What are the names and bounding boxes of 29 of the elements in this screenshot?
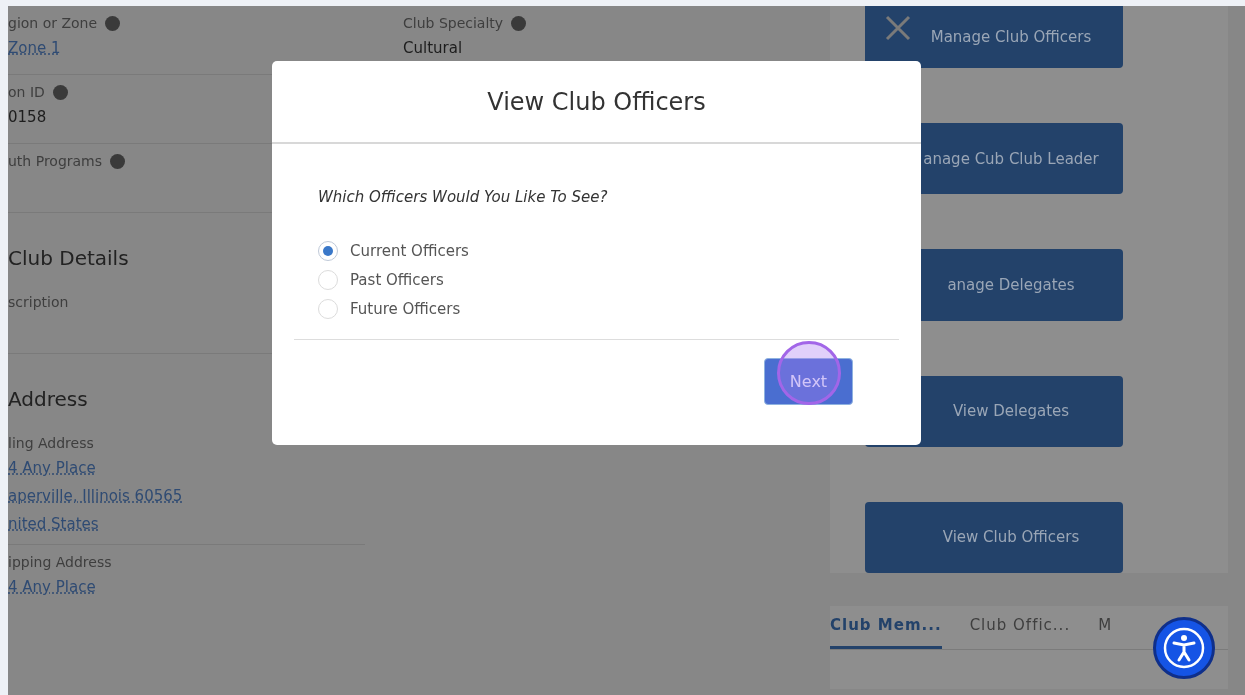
field-link[interactable]: 4 Any Place (8, 454, 365, 482)
action-button[interactable]: Manage Club Officers (865, 6, 1123, 69)
section-title: Club Details (8, 245, 129, 272)
field-value: 0158 (8, 107, 48, 128)
field-link[interactable]: aperville, Illinois 60565 (8, 482, 365, 510)
action-button[interactable]: View Club Officers (865, 501, 1123, 573)
field-label: scription (8, 293, 69, 312)
field-link[interactable]: Zone 1 (8, 34, 365, 62)
field-label: gion or Zone (8, 14, 98, 33)
modal-title: View Club Officers (487, 87, 706, 116)
next-button[interactable]: Next (764, 358, 853, 405)
info-icon[interactable] (511, 15, 527, 31)
section-title: Address (8, 386, 88, 413)
info-icon[interactable] (105, 15, 121, 31)
field-label: Club Specialty (403, 14, 504, 33)
question-text: Which Officers Would You Like To See? (318, 188, 609, 206)
tab[interactable]: Club Mem... (830, 606, 942, 649)
field-label: on ID (8, 83, 45, 102)
field-value: Cultural (403, 38, 464, 59)
field-label: uth Programs (8, 152, 103, 171)
close-icon[interactable] (884, 14, 912, 42)
field-label: ling Address (8, 434, 94, 453)
tab[interactable]: Club Offic... (969, 606, 1071, 649)
info-icon[interactable] (110, 153, 126, 169)
info-icon[interactable] (52, 84, 68, 100)
field-link[interactable]: nited States (8, 510, 365, 538)
field-label: ipping Address (8, 553, 112, 572)
field-link[interactable]: 4 Any Place (8, 573, 365, 601)
tab[interactable]: M (1098, 606, 1113, 649)
